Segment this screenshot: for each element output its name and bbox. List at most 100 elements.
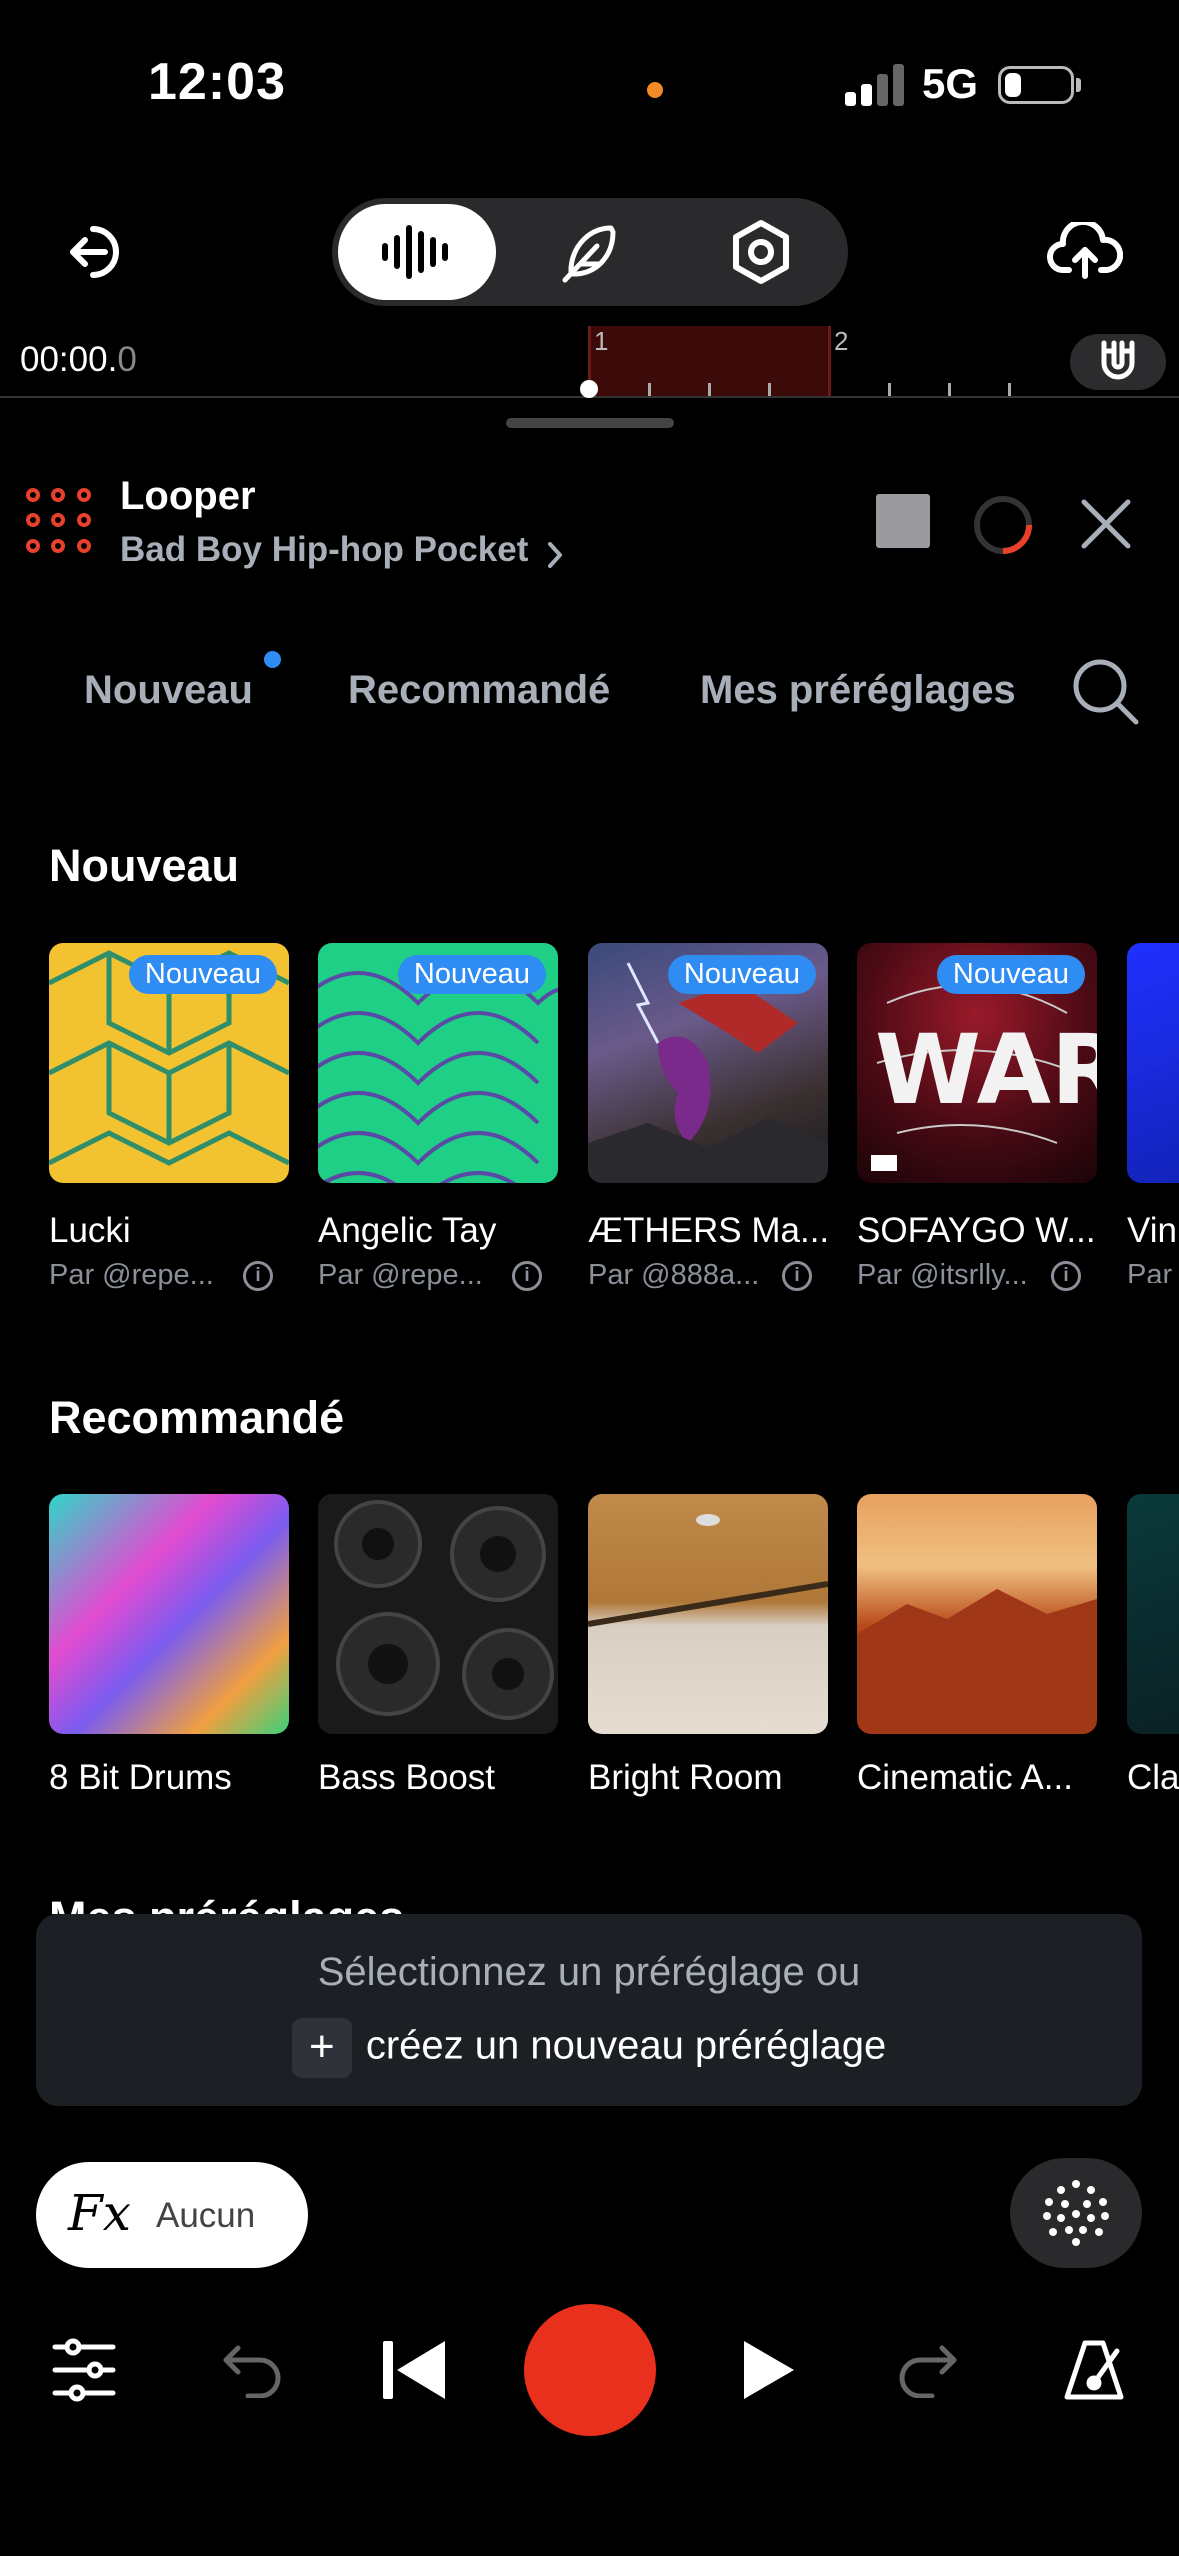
card-title: 8 Bit Drums: [49, 1758, 232, 1797]
tick: [888, 383, 891, 397]
stop-button[interactable]: [876, 494, 930, 548]
tab-nouveau[interactable]: Nouveau: [84, 668, 253, 713]
card-artwork: [1127, 1494, 1179, 1734]
section-title-new: Nouveau: [49, 840, 240, 891]
preset-card[interactable]: Nouveau Lucki Par @repe... i: [49, 943, 289, 1291]
card-artwork: [588, 1494, 828, 1734]
play-button[interactable]: [728, 2330, 808, 2410]
new-badge: Nouveau: [128, 955, 277, 994]
card-author: Par: [1127, 1259, 1173, 1283]
drag-handle[interactable]: [506, 418, 674, 428]
redo-icon: [899, 2345, 957, 2398]
chevron-right-icon: [548, 542, 562, 568]
info-icon[interactable]: i: [1051, 1261, 1081, 1291]
signal-icon: [845, 60, 905, 106]
info-icon[interactable]: i: [243, 1261, 273, 1291]
network-label: 5G: [922, 60, 979, 107]
time-readout: 00:00.0: [20, 340, 137, 379]
skip-back-icon: [383, 2341, 445, 2399]
card-artwork: Nouveau: [588, 943, 828, 1183]
preset-card[interactable]: WAR Nouveau SOFAYGO W... Par @itsrlly...…: [857, 943, 1097, 1291]
status-time: 12:03: [148, 53, 286, 111]
info-icon[interactable]: i: [512, 1261, 542, 1291]
record-button[interactable]: [524, 2304, 656, 2436]
card-artwork: [318, 1494, 558, 1734]
pads-button[interactable]: [1010, 2158, 1142, 2268]
card-title: Cla: [1127, 1758, 1179, 1797]
tick: [648, 383, 651, 397]
preset-card[interactable]: Nouveau Angelic Tay Par @repe... i: [318, 943, 558, 1291]
card-artwork: Nouveau: [49, 943, 289, 1183]
new-badge: Nouveau: [397, 955, 546, 994]
mode-lyrics[interactable]: [510, 204, 668, 300]
undo-icon: [223, 2345, 281, 2398]
upload-button[interactable]: [1040, 214, 1130, 290]
metronome-icon: [1064, 2340, 1124, 2400]
tab-mes-prereglages[interactable]: Mes préréglages: [700, 668, 1016, 713]
section-title-mine: Mes préréglages: [49, 1892, 404, 1914]
metronome-button[interactable]: [1054, 2330, 1134, 2410]
metronome-ring-icon[interactable]: [972, 494, 1034, 556]
card-artwork: [857, 1494, 1097, 1734]
war-art-text: WAR: [875, 1014, 1097, 1126]
preset-card[interactable]: 8 Bit Drums: [49, 1494, 289, 1797]
looper-title: Looper: [120, 474, 256, 518]
waveform-icon: [382, 225, 448, 279]
close-button[interactable]: [1076, 494, 1136, 554]
search-icon: [1073, 659, 1139, 725]
card-author: Par @itsrlly...: [857, 1259, 1028, 1291]
tab-recommande[interactable]: Recommandé: [348, 668, 610, 713]
preset-card-partial[interactable]: Vin Par: [1127, 943, 1179, 1283]
plus-icon: +: [291, 2018, 352, 2078]
battery-tip: [1076, 78, 1081, 92]
bar-1-label: 1: [594, 326, 609, 356]
card-title: Angelic Tay: [318, 1211, 497, 1250]
fx-value: Aucun: [156, 2196, 256, 2235]
preset-link[interactable]: Bad Boy Hip-hop Pocket: [120, 526, 580, 578]
card-title: ÆTHERS Ma...: [588, 1211, 830, 1250]
preset-card[interactable]: Cinematic A...: [857, 1494, 1097, 1797]
dot-grid-icon: [1043, 2180, 1109, 2246]
new-badge: Nouveau: [667, 955, 816, 994]
card-artwork: [49, 1494, 289, 1734]
create-preset-label: créez un nouveau préréglage: [365, 2023, 887, 2068]
feather-icon: [562, 225, 616, 283]
card-artwork: [1127, 943, 1179, 1183]
skip-back-button[interactable]: [372, 2330, 456, 2410]
preset-card[interactable]: Nouveau ÆTHERS Ma... Par @888a... i: [588, 943, 829, 1291]
hex-settings-icon: [733, 220, 789, 284]
fx-selector[interactable]: Fx Aucun: [36, 2162, 308, 2268]
section-title-recommended: Recommandé: [49, 1392, 345, 1443]
create-preset-button[interactable]: + créez un nouveau préréglage: [36, 2018, 1142, 2078]
undo-button[interactable]: [214, 2332, 290, 2408]
redo-button[interactable]: [890, 2332, 966, 2408]
looper-icon: [26, 488, 96, 558]
mixer-button[interactable]: [46, 2330, 122, 2410]
mic-indicator-dot: [647, 82, 663, 98]
mode-settings[interactable]: [682, 204, 840, 300]
card-author: Par @repe...: [49, 1259, 214, 1291]
exit-button[interactable]: [56, 216, 136, 288]
magnet-icon: [1101, 340, 1135, 380]
bar-2-label: 2: [834, 326, 849, 356]
card-title: Lucki: [49, 1211, 131, 1250]
preset-card-partial[interactable]: Cla: [1127, 1494, 1179, 1814]
tick: [1008, 383, 1011, 397]
fx-icon: Fx: [68, 2184, 131, 2242]
cloud-upload-icon: [1047, 222, 1123, 279]
playhead[interactable]: [580, 380, 598, 398]
preset-name: Bad Boy Hip-hop Pocket: [120, 530, 529, 569]
snap-button[interactable]: [1070, 334, 1166, 390]
tick: [948, 383, 951, 397]
preset-card[interactable]: Bass Boost: [318, 1494, 558, 1797]
search-button[interactable]: [1070, 656, 1142, 728]
battery-icon: [998, 66, 1074, 104]
exit-icon: [70, 226, 119, 278]
preset-card[interactable]: Bright Room: [588, 1494, 828, 1797]
new-badge: Nouveau: [936, 955, 1085, 994]
mode-audio[interactable]: [338, 204, 496, 300]
card-artwork: Nouveau: [318, 943, 558, 1183]
tick: [708, 383, 711, 397]
info-icon[interactable]: i: [782, 1261, 812, 1291]
prompt-text: Sélectionnez un préréglage ou: [317, 1950, 861, 1994]
